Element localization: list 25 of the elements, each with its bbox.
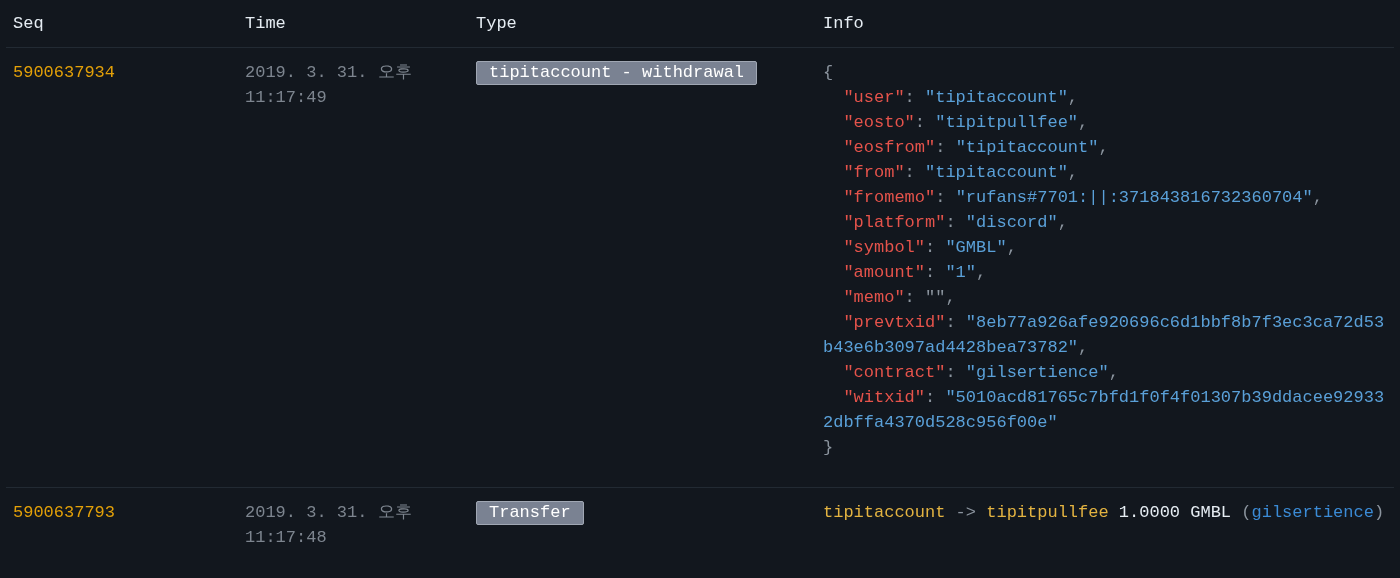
- type-badge: Transfer: [476, 501, 584, 525]
- timestamp: 2019. 3. 31. 오후 11:17:49: [245, 62, 413, 109]
- json-line: }: [823, 437, 835, 459]
- type-badge: tipitaccount - withdrawal: [476, 61, 758, 85]
- json-line: "from": "tipitaccount",: [842, 162, 1080, 184]
- column-header: Time: [244, 12, 287, 35]
- json-line: "eosfrom": "tipitaccount",: [842, 137, 1110, 159]
- column-header: Type: [475, 12, 518, 35]
- column-header: Seq: [12, 12, 45, 35]
- json-line: "eosto": "tipitpullfee",: [842, 112, 1090, 134]
- sequence-number: 5900637793: [13, 503, 116, 522]
- json-line: "amount": "1",: [842, 262, 988, 284]
- transfer-summary: tipitaccount -> tipitpullfee 1.0000 GMBL (gilsertience): [823, 502, 1386, 524]
- json-line: "fromemo": "rufans#7701:||:371843816732360704",: [842, 187, 1324, 209]
- json-line: "witxid": "5010acd81765c7bfd1f0f4f01307b39ddacee929332dbffa4370d528c956f00e": [823, 387, 1386, 434]
- json-line: "symbol": "GMBL",: [842, 237, 1018, 259]
- json-line: "contract": "gilsertience",: [842, 362, 1120, 384]
- json-line: "memo": "",: [842, 287, 957, 309]
- json-line: "prevtxid": "8eb77a926afe920696c6d1bbf8b7f3ec3ca72d53b43e6b3097ad4428bea73782",: [823, 312, 1386, 359]
- json-line: "user": "tipitaccount",: [842, 87, 1080, 109]
- timestamp: 2019. 3. 31. 오후 11:17:48: [245, 502, 413, 549]
- json-line: {: [823, 62, 835, 84]
- json-line: "platform": "discord",: [842, 212, 1069, 234]
- sequence-number: 5900637934: [13, 63, 116, 82]
- column-header: Info: [822, 12, 865, 35]
